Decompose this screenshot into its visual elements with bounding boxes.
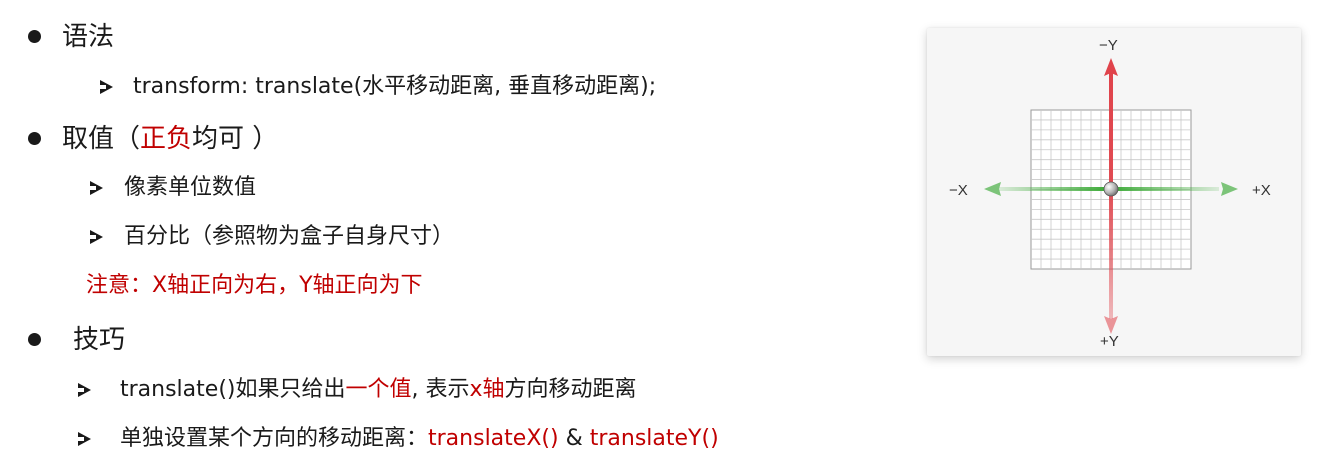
neg-y-label: −Y — [1099, 37, 1118, 54]
tip2-part-a: 单独设置某个方向的移动距离： — [120, 426, 429, 451]
list-bullet — [28, 132, 41, 145]
tip1-part-c: , 表示 — [411, 377, 470, 402]
tip-separate-direction: 单独设置某个方向的移动距离：translateX() & translateY(… — [120, 428, 719, 450]
values-label-a: 取值（ — [62, 124, 141, 154]
coordinate-diagram: −Y +Y −X +X — [927, 28, 1301, 356]
sub-bullet-arrow — [100, 80, 113, 94]
sub-bullet-arrow — [90, 181, 103, 195]
list-item-syntax: 语法 — [62, 22, 115, 52]
pos-x-arrowhead — [1221, 182, 1238, 196]
list-item-values: 取值（正负均可 ） — [62, 126, 278, 152]
syntax-code: transform: translate(水平移动距离, 垂直移动距离); — [133, 74, 657, 99]
pos-y-label: +Y — [1100, 333, 1119, 350]
sub-bullet-arrow — [78, 383, 91, 397]
pixel-values-text: 像素单位数值 — [124, 175, 257, 200]
values-label-b: 均可 ） — [192, 124, 279, 154]
origin-point — [1103, 181, 1119, 197]
translatey-function: translateY() — [589, 426, 719, 451]
values-label-highlight: 正负 — [140, 124, 193, 154]
note-text: 注意：X轴正向为右，Y轴正向为下 — [86, 273, 423, 298]
translatex-function: translateX() — [428, 426, 559, 451]
sub-bullet-arrow — [78, 432, 91, 446]
percentage-text: 百分比（参照物为盒子自身尺寸） — [124, 224, 455, 249]
neg-x-label: −X — [949, 182, 968, 199]
list-bullet — [28, 30, 41, 43]
list-item-tips: 技巧 — [73, 325, 126, 355]
sub-bullet-arrow — [90, 230, 103, 244]
neg-x-arrowhead — [984, 182, 1001, 196]
list-bullet — [28, 333, 41, 346]
tip1-part-e: 方向移动距离 — [504, 377, 637, 402]
tip1-part-a: translate()如果只给出 — [120, 377, 346, 402]
tip1-highlight-one-value: 一个值 — [345, 377, 412, 402]
coordinate-diagram-svg — [984, 58, 1238, 334]
tip1-highlight-x-axis: x轴 — [469, 377, 505, 402]
pos-x-label: +X — [1252, 182, 1271, 199]
tip2-ampersand: & — [558, 426, 590, 451]
tip-single-value: translate()如果只给出一个值, 表示x轴方向移动距离 — [120, 379, 637, 401]
